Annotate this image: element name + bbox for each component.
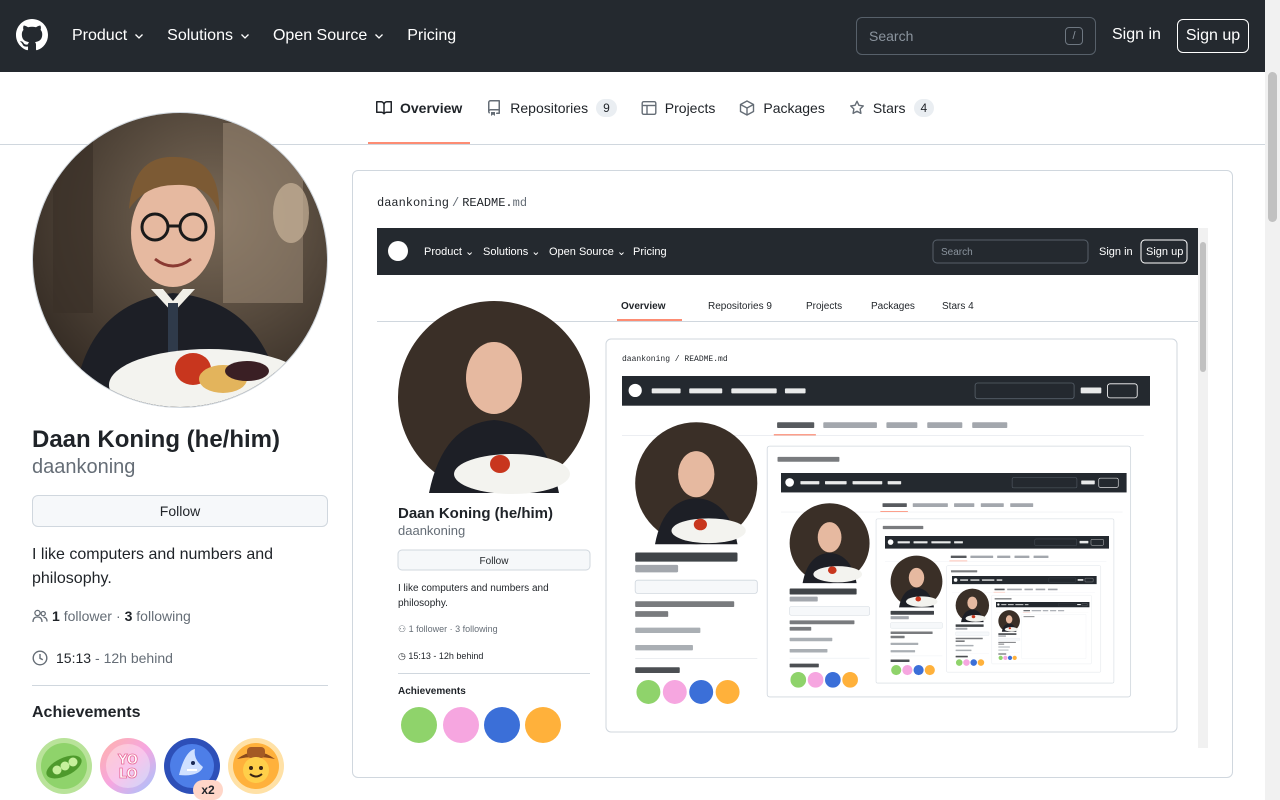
nav-pricing-label: Pricing (407, 27, 457, 44)
svg-text:Overview: Overview (621, 301, 666, 312)
readme-owner-link[interactable]: daankoning (377, 196, 449, 210)
nav-open-source[interactable]: Open Source (273, 27, 385, 45)
repo-icon (488, 100, 501, 116)
page-scrollbar[interactable] (1265, 0, 1280, 800)
followers-count: 1 (52, 608, 60, 624)
clock-icon (32, 650, 48, 666)
tab-stars[interactable]: Stars 4 (841, 72, 942, 144)
svg-text:Pricing: Pricing (633, 246, 667, 258)
svg-text:Search: Search (941, 247, 973, 258)
search-input[interactable]: Search / (856, 17, 1096, 55)
header-nav: Product Solutions Open Source Pricing (72, 0, 456, 72)
svg-text:Follow: Follow (480, 556, 510, 567)
nav-solutions-label: Solutions (167, 27, 233, 44)
svg-text:◷ 15:13 - 12h behind: ◷ 15:13 - 12h behind (398, 651, 483, 661)
achievement-quickdraw[interactable] (227, 737, 285, 795)
svg-text:⚇ 1 follower · 3 following: ⚇ 1 follower · 3 following (398, 624, 498, 634)
profile-full-name: Daan Koning (he/him) (32, 426, 280, 453)
repositories-count-badge: 9 (596, 99, 617, 117)
svg-text:Achievements: Achievements (398, 686, 466, 697)
follow-separator: · (115, 608, 121, 624)
svg-text:Stars 4: Stars 4 (942, 301, 974, 312)
profile-tabs: Overview Repositories 9 Projects Package… (368, 72, 950, 144)
svg-text:LO: LO (119, 767, 138, 782)
following-label: following (136, 608, 191, 624)
book-icon (376, 100, 392, 115)
profile-username: daankoning (32, 456, 136, 478)
local-time: 15:13 (56, 650, 92, 666)
readme-file-name: README. (462, 196, 513, 210)
svg-text:Daan Koning (he/him): Daan Koning (he/him) (398, 505, 553, 522)
profile-avatar[interactable] (32, 112, 328, 408)
svg-text:Solutions ⌄: Solutions ⌄ (483, 246, 541, 258)
star-icon (849, 100, 864, 115)
achievement-pair-extraordinaire[interactable] (35, 737, 93, 795)
tab-overview-label: Overview (400, 100, 463, 116)
github-logo-icon[interactable] (16, 19, 48, 51)
svg-text:Sign up: Sign up (1146, 246, 1183, 258)
svg-text:daankoning / README.md: daankoning / README.md (622, 355, 728, 364)
time-behind: - 12h behind (95, 650, 173, 666)
tab-packages[interactable]: Packages (731, 72, 832, 144)
nav-product-label: Product (72, 27, 128, 44)
nav-pricing[interactable]: Pricing (407, 27, 456, 45)
breadcrumb-separator: / (452, 196, 460, 210)
cowboy-icon (228, 738, 284, 794)
tab-projects[interactable]: Projects (633, 72, 724, 144)
people-icon (32, 609, 48, 623)
svg-text:I like computers and numbers a: I like computers and numbers and (398, 583, 549, 594)
achievement-multiplier-badge: x2 (193, 780, 223, 800)
tab-repositories-label: Repositories (510, 100, 589, 116)
table-icon (641, 101, 657, 116)
nav-solutions[interactable]: Solutions (167, 27, 251, 45)
followers-label: follower (63, 608, 112, 624)
chevron-down-icon (241, 34, 249, 39)
sign-up-button[interactable]: Sign up (1177, 19, 1249, 53)
readme-profile-screenshot: Product ⌄ Solutions ⌄ Open Source ⌄ Pric… (377, 228, 1208, 748)
svg-text:Projects: Projects (806, 301, 842, 312)
search-shortcut-key: / (1065, 27, 1083, 45)
nav-open-source-label: Open Source (272, 27, 368, 44)
svg-text:Open Source ⌄: Open Source ⌄ (549, 246, 626, 258)
chevron-down-icon (375, 34, 384, 39)
following-link[interactable]: 3 following (125, 608, 191, 624)
tab-projects-label: Projects (664, 100, 716, 116)
svg-text:Sign in: Sign in (1099, 246, 1133, 258)
stars-count-badge: 4 (913, 99, 935, 117)
svg-text:Product ⌄: Product ⌄ (424, 246, 474, 258)
svg-text:Repositories 9: Repositories 9 (708, 301, 772, 312)
readme-image-scroll-thumb[interactable] (1200, 242, 1206, 372)
global-header: Product Solutions Open Source Pricing Se… (0, 0, 1280, 72)
followers-link[interactable]: 1 follower (52, 608, 112, 624)
readme-breadcrumb: daankoning / README.md (377, 196, 527, 210)
achievement-yolo[interactable]: YO LO (99, 737, 157, 795)
tab-stars-label: Stars (872, 100, 906, 116)
followers-line: 1 follower · 3 following (32, 608, 191, 624)
svg-text:daankoning: daankoning (398, 523, 465, 538)
tab-overview[interactable]: Overview (368, 72, 471, 144)
profile-bio: I like computers and numbers and philoso… (32, 546, 274, 587)
svg-text:YO: YO (117, 753, 138, 768)
chevron-down-icon (135, 34, 144, 39)
svg-text:philosophy.: philosophy. (398, 598, 448, 609)
nav-product[interactable]: Product (72, 27, 145, 45)
follow-button[interactable]: Follow (32, 495, 328, 527)
sidebar-divider (32, 685, 328, 686)
local-time-line: 15:13 - 12h behind (32, 650, 173, 666)
readme-file-ext: md (512, 196, 528, 210)
svg-text:Packages: Packages (871, 301, 915, 312)
page-scroll-thumb[interactable] (1268, 72, 1277, 222)
peas-pod-icon (36, 738, 92, 794)
achievements-heading: Achievements (32, 704, 141, 721)
readme-image-scrollbar[interactable] (1198, 228, 1208, 748)
readme-box: daankoning / README.md Product ⌄ Solutio… (352, 170, 1233, 778)
package-icon (740, 100, 755, 116)
sign-in-link[interactable]: Sign in (1112, 26, 1161, 44)
tab-repositories[interactable]: Repositories 9 (478, 72, 625, 144)
tab-packages-label: Packages (763, 100, 825, 116)
following-count: 3 (124, 608, 133, 624)
search-placeholder: Search (869, 28, 914, 44)
yolo-icon: YOLO (100, 738, 156, 794)
